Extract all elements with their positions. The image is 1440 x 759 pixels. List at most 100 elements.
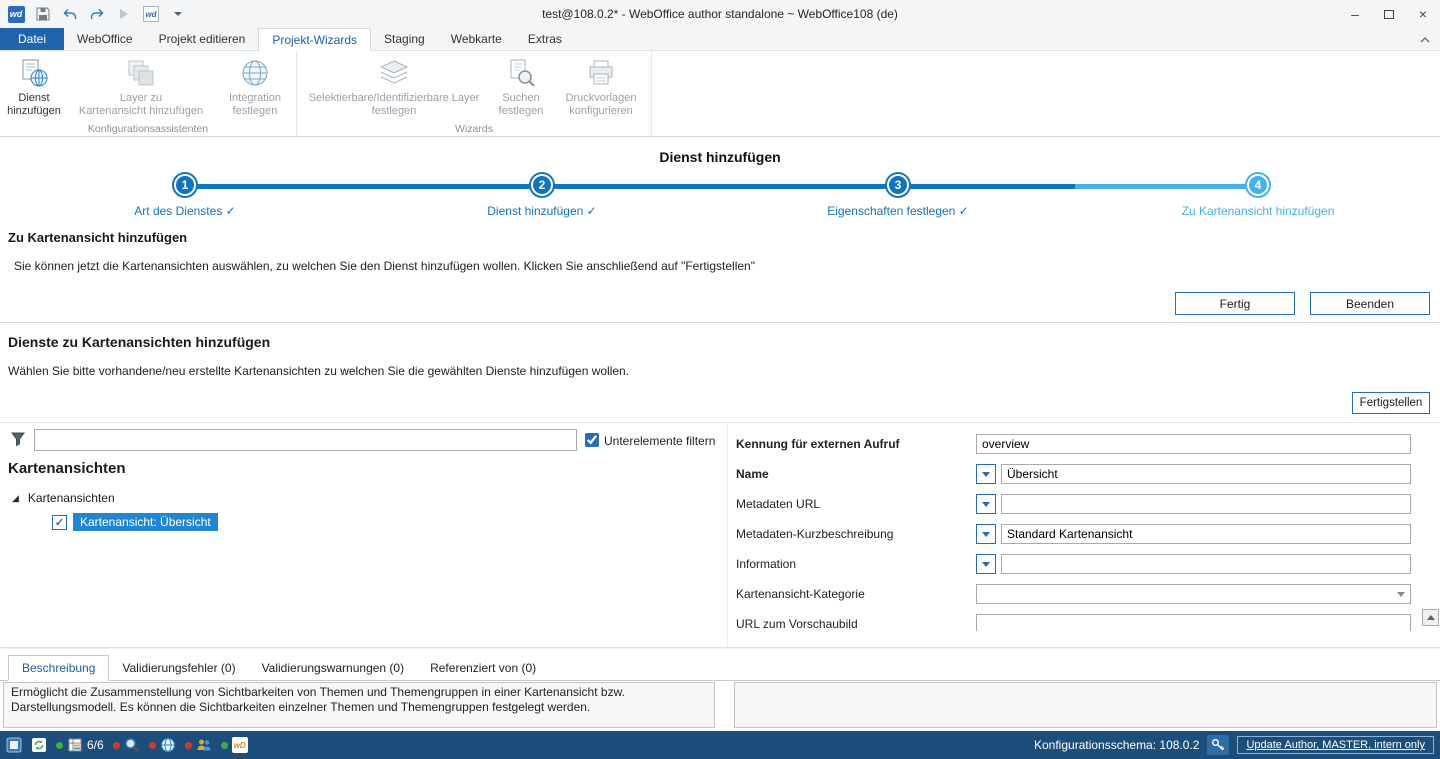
ribbon-item-label: festlegen <box>499 105 544 118</box>
tab-webkarte[interactable]: Webkarte <box>438 28 515 50</box>
wizard-step-4-label: Zu Kartenansicht hinzufügen <box>1098 204 1418 218</box>
ribbon-item-label: hinzufügen <box>7 105 61 118</box>
wizard-step-1-label: Art des Dienstes ✓ <box>25 204 345 218</box>
tab-projekt-wizards[interactable]: Projekt-Wizards <box>258 28 371 51</box>
wizard-step-2[interactable]: 2 <box>531 174 553 196</box>
ribbon-group-label: Wizards <box>297 123 651 135</box>
ribbon-item-label: Suchen <box>502 92 539 105</box>
form-row: URL zum Vorschaubild <box>728 614 1421 631</box>
wizard-step-3-label: Eigenschaften festlegen ✓ <box>738 204 1058 218</box>
metadaten-url-input[interactable] <box>1001 494 1411 514</box>
beenden-button[interactable]: Beenden <box>1310 292 1430 315</box>
chevron-down-icon <box>1397 592 1405 597</box>
search-page-icon <box>504 56 538 90</box>
druckvorlagen-button[interactable]: Druckvorlagen konfigurieren <box>553 54 649 122</box>
selektierbare-layer-button[interactable]: Selektierbare/Identifizierbare Layer fes… <box>299 54 489 122</box>
unterelemente-filtern-label: Unterelemente filtern <box>604 434 715 448</box>
fertigstellen-button[interactable]: Fertigstellen <box>1352 392 1430 414</box>
application-window: wd wd test@108.0.2* - WebOffice author s… <box>0 0 1440 759</box>
filter-input[interactable] <box>34 429 577 451</box>
detail-box <box>734 682 1437 728</box>
users-status[interactable] <box>185 737 212 753</box>
maximize-button[interactable] <box>1372 0 1406 28</box>
search-status[interactable] <box>113 737 140 753</box>
ribbon-group-wizards: Selektierbare/Identifizierbare Layer fes… <box>297 51 652 136</box>
field-label: Name <box>736 467 769 481</box>
scroll-up-button[interactable] <box>1422 609 1439 626</box>
ribbon-item-label: Selektierbare/Identifizierbare Layer <box>309 92 480 105</box>
fertig-button[interactable]: Fertig <box>1175 292 1295 315</box>
wizard-step-4[interactable]: 4 <box>1247 174 1269 196</box>
unterelemente-filtern-checkbox[interactable] <box>585 433 599 447</box>
form-row: Information <box>728 554 1421 576</box>
tab-validierungsfehler[interactable]: Validierungsfehler (0) <box>109 656 248 680</box>
field-label: Information <box>736 557 796 571</box>
name-combo-button[interactable] <box>976 464 996 484</box>
tab-referenziert-von[interactable]: Referenziert von (0) <box>417 656 549 680</box>
wizard-step-3[interactable]: 3 <box>887 174 909 196</box>
form-row: Metadaten URL <box>728 494 1421 516</box>
weboffice-icon: wD <box>232 737 248 753</box>
wizard-section-title: Zu Kartenansicht hinzufügen <box>8 230 187 245</box>
field-label: Kartenansicht-Kategorie <box>736 587 865 601</box>
kurzbeschreibung-input[interactable] <box>1001 524 1411 544</box>
layer-zu-kartenansicht-button[interactable]: Layer zu Kartenansicht hinzufügen <box>66 54 216 122</box>
information-input[interactable] <box>1001 554 1411 574</box>
services-title: Dienste zu Kartenansichten hinzufügen <box>8 334 270 350</box>
ribbon-item-label: festlegen <box>233 105 278 118</box>
wizard-panel: Dienst hinzufügen 1 2 3 4 Art des Dienst… <box>0 137 1440 322</box>
minimize-button[interactable]: – <box>1338 0 1372 28</box>
status-bar: 6/6 wD Konfigurationsschema: 108.0.2 Upd… <box>0 731 1440 759</box>
close-button[interactable]: × <box>1406 0 1440 28</box>
window-controls: – × <box>1338 0 1440 28</box>
weboffice-status[interactable]: wD <box>221 737 248 753</box>
tab-validierungswarnungen[interactable]: Validierungswarnungen (0) <box>249 656 418 680</box>
tab-extras[interactable]: Extras <box>515 28 575 50</box>
scroll-up-icon <box>1427 615 1435 620</box>
ribbon-item-label: Layer zu <box>120 92 162 105</box>
services-section: Dienste zu Kartenansichten hinzufügen Wä… <box>0 322 1440 422</box>
mapview-selected-label[interactable]: Kartenansicht: Übersicht <box>73 513 218 531</box>
form-row: Metadaten-Kurzbeschreibung <box>728 524 1421 546</box>
tree-expander-icon[interactable]: ◢ <box>12 492 19 504</box>
form-row: Kennung für externen Aufruf <box>728 434 1421 456</box>
key-button[interactable] <box>1207 735 1229 755</box>
report-status[interactable]: 6/6 <box>56 737 104 753</box>
tab-datei[interactable]: Datei <box>0 28 64 50</box>
update-author-link[interactable]: Update Author, MASTER, intern only <box>1237 736 1434 754</box>
ribbon-tab-strip: Datei WebOffice Projekt editieren Projek… <box>0 28 1440 51</box>
ribbon-item-label: Kartenansicht hinzufügen <box>79 105 203 118</box>
metadaten-url-combo-button[interactable] <box>976 494 996 514</box>
field-label: Kennung für externen Aufruf <box>736 437 900 451</box>
name-input[interactable] <box>1001 464 1411 484</box>
window-title: test@108.0.2* - WebOffice author standal… <box>0 0 1440 28</box>
kurzbeschreibung-combo-button[interactable] <box>976 524 996 544</box>
information-combo-button[interactable] <box>976 554 996 574</box>
tab-beschreibung[interactable]: Beschreibung <box>8 655 109 681</box>
tab-staging[interactable]: Staging <box>371 28 438 50</box>
mapview-checkbox[interactable]: ✓ <box>52 515 67 530</box>
globe-status[interactable] <box>149 737 176 753</box>
sync-status-icon[interactable] <box>31 737 47 753</box>
status-error-dot <box>185 742 192 749</box>
tree-child-node[interactable]: ✓ Kartenansicht: Übersicht <box>52 513 218 531</box>
konfigurationsschema-label: Konfigurationsschema: 108.0.2 <box>1034 738 1199 752</box>
ribbon-item-label: Druckvorlagen <box>566 92 637 105</box>
tree-root-node[interactable]: ◢ Kartenansichten <box>12 491 115 505</box>
tab-projekt-editieren[interactable]: Projekt editieren <box>146 28 259 50</box>
dienst-hinzufuegen-button[interactable]: Dienst hinzufügen <box>2 54 66 122</box>
collapse-ribbon-icon[interactable] <box>1420 32 1430 46</box>
kennung-input[interactable] <box>976 434 1411 454</box>
suchen-festlegen-button[interactable]: Suchen festlegen <box>489 54 553 122</box>
window-status-icon[interactable] <box>6 737 22 753</box>
field-label: Metadaten URL <box>736 497 820 511</box>
vorschaubild-input[interactable] <box>976 614 1411 631</box>
wizard-step-1[interactable]: 1 <box>174 174 196 196</box>
kategorie-select[interactable] <box>976 584 1411 604</box>
wizard-step-2-label: Dienst hinzufügen ✓ <box>382 204 702 218</box>
statusbar-right: Konfigurationsschema: 108.0.2 Update Aut… <box>1034 735 1434 755</box>
tab-weboffice[interactable]: WebOffice <box>64 28 146 50</box>
integration-festlegen-button[interactable]: Integration festlegen <box>216 54 294 122</box>
layer-icon <box>124 56 158 90</box>
printer-icon <box>584 56 618 90</box>
